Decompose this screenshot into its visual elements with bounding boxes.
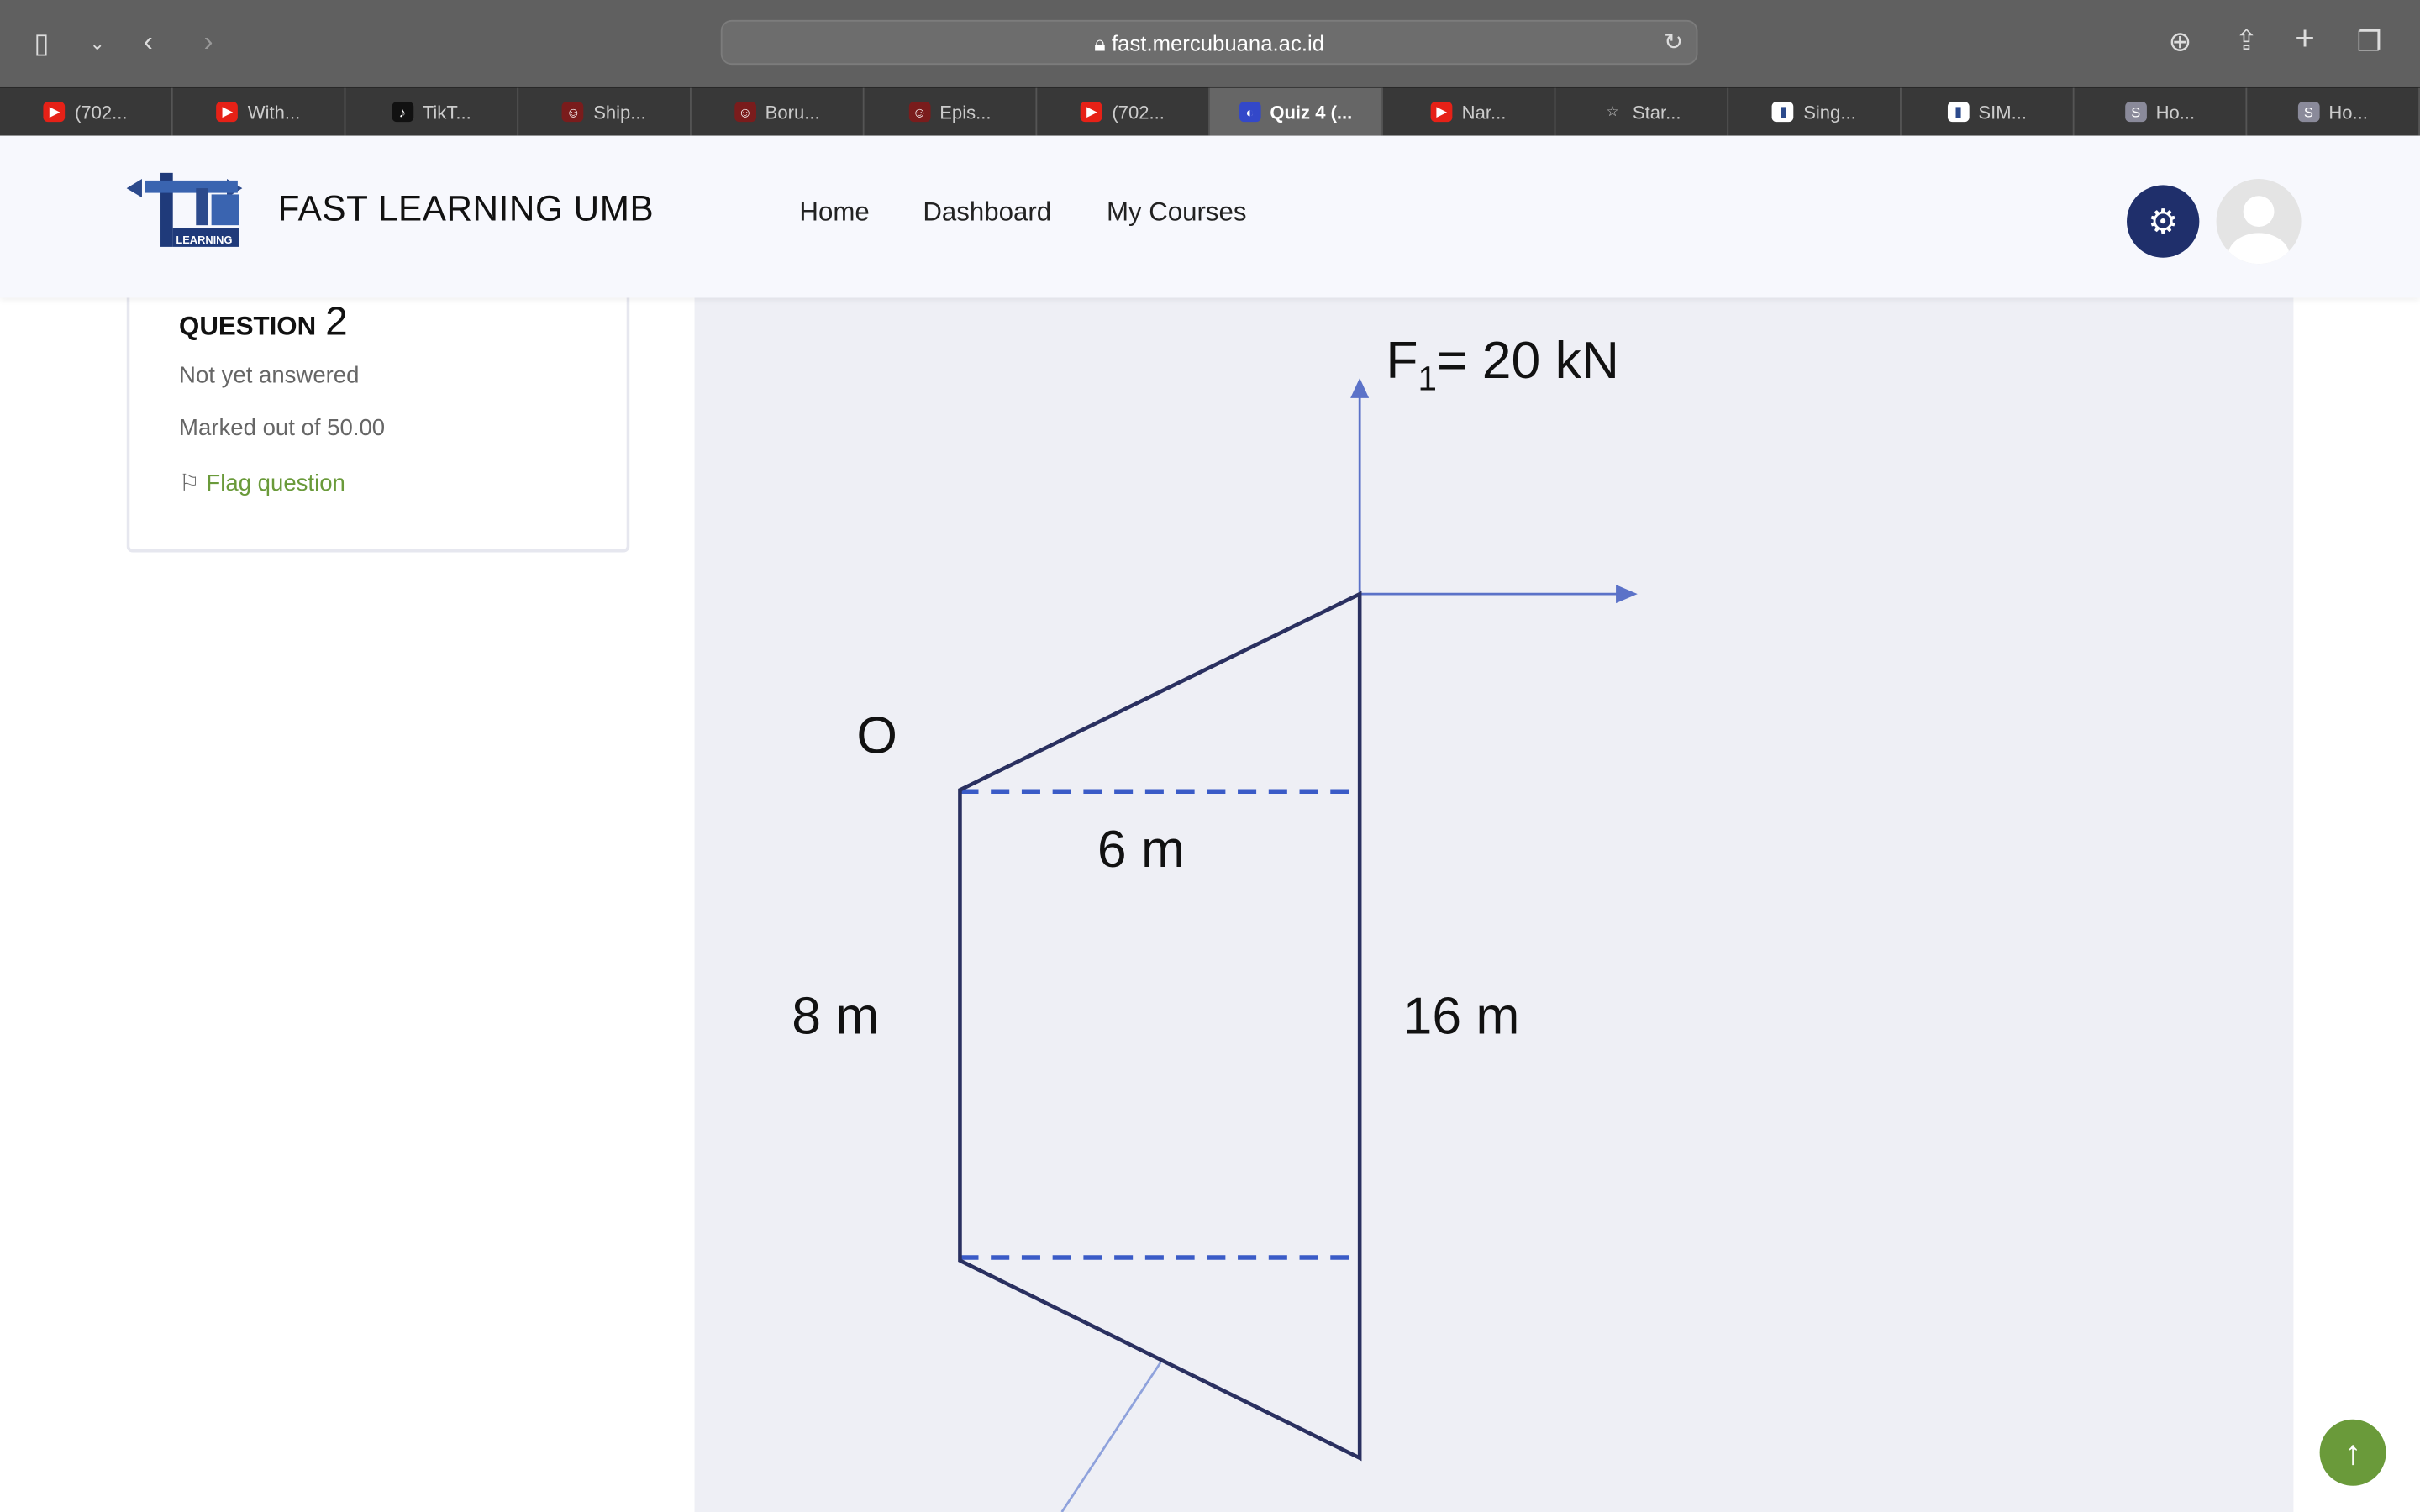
nav-my-courses[interactable]: My Courses <box>1107 197 1247 228</box>
nav-dashboard[interactable]: Dashboard <box>923 197 1051 228</box>
settings-gear-icon[interactable]: ⚙ <box>2127 185 2200 258</box>
left-height-label: 8 m <box>792 987 879 1046</box>
site-header: LEARNING FAST LEARNING UMB Home Dashboar… <box>0 135 2420 298</box>
force-line-lower <box>1060 1362 1162 1512</box>
width-label: 6 m <box>1097 820 1185 879</box>
avatar[interactable] <box>2216 179 2302 265</box>
arrow-head-right <box>1616 585 1638 604</box>
arrow-head-up <box>1350 378 1370 398</box>
trapezoid-shape <box>958 591 1362 1462</box>
svg-text:LEARNING: LEARNING <box>176 234 232 246</box>
scroll-to-top-button[interactable]: ↑ <box>2319 1419 2386 1486</box>
nav-home[interactable]: Home <box>799 197 869 228</box>
right-height-label: 16 m <box>1403 987 1520 1046</box>
point-o-label: O <box>856 706 897 764</box>
site-brand[interactable]: FAST LEARNING UMB <box>278 188 655 230</box>
force-label: F1= 20 kN <box>1386 331 1619 398</box>
site-logo[interactable]: LEARNING <box>126 172 243 250</box>
